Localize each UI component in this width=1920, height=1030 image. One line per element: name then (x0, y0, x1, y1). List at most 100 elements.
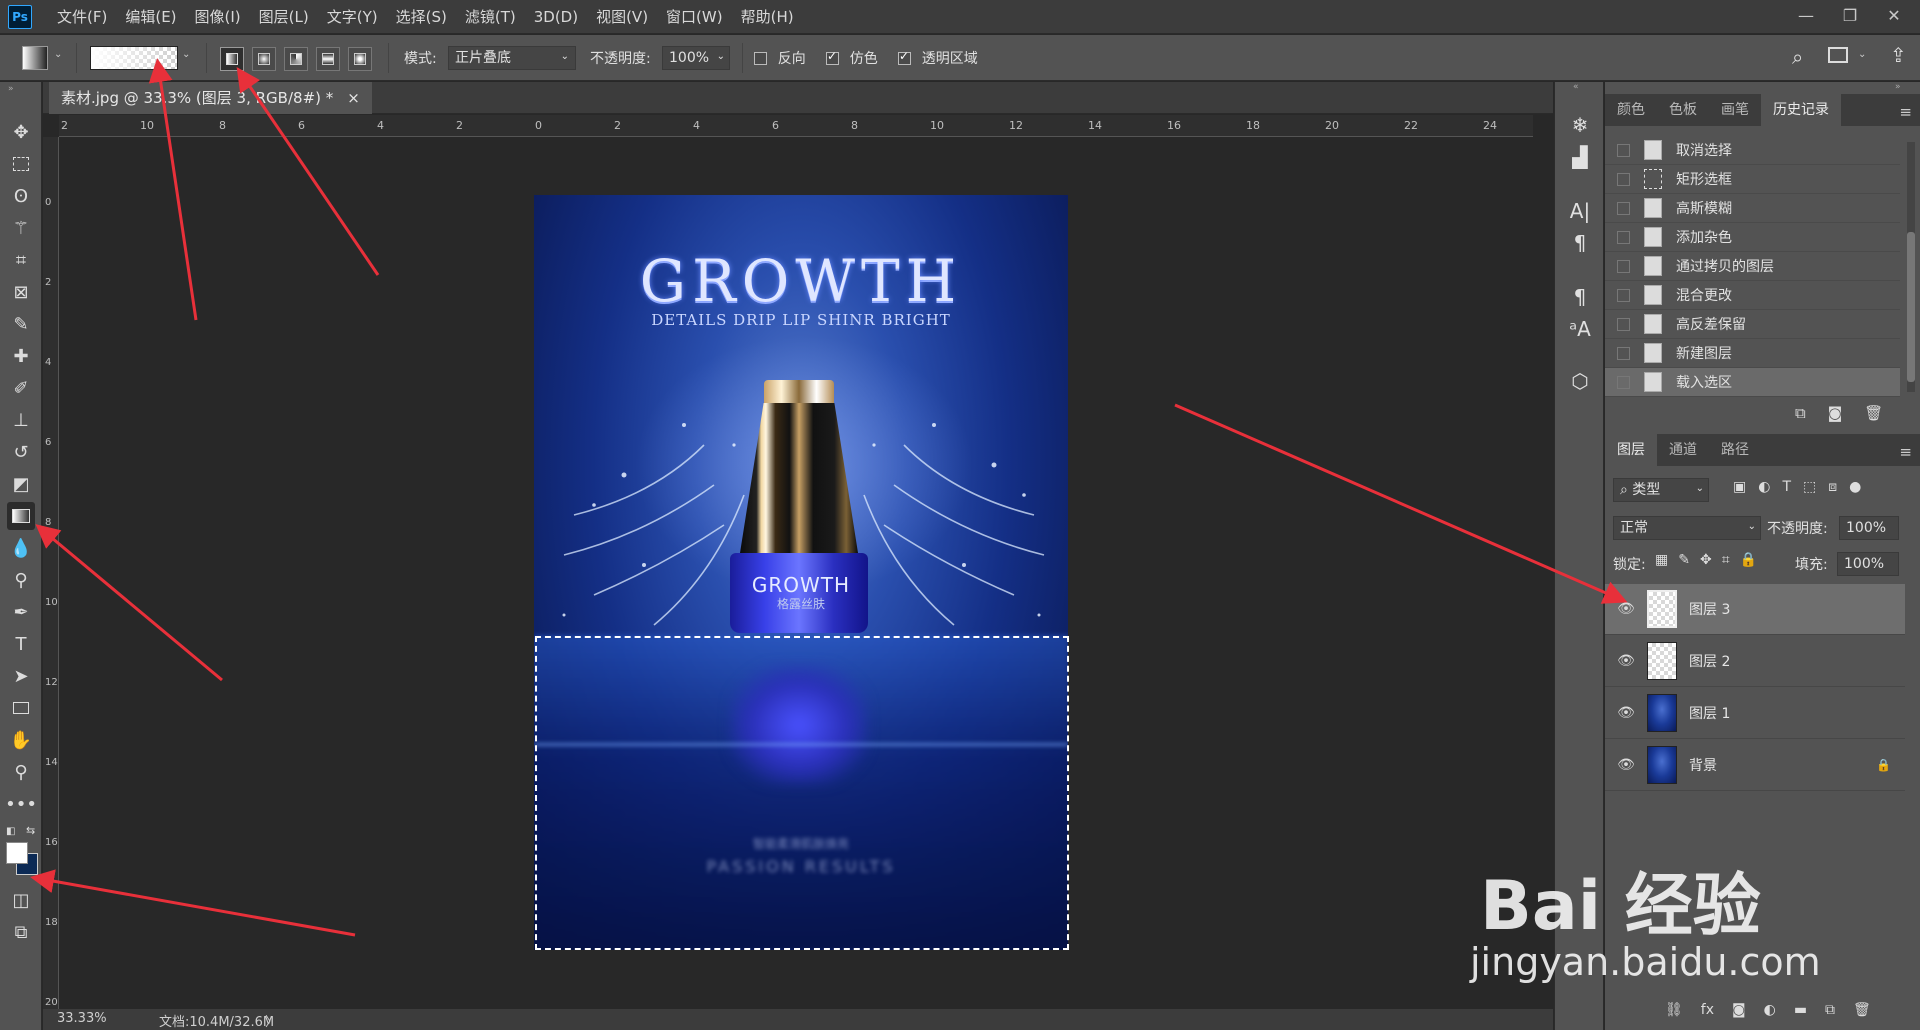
lock-position-icon[interactable]: ✥ (1700, 552, 1712, 568)
menu-3d[interactable]: 3D(D) (525, 0, 587, 34)
history-item[interactable]: 通过拷贝的图层 (1605, 252, 1900, 281)
clone-stamp-tool-icon[interactable]: ⊥ (7, 406, 35, 434)
preset-chevron-icon[interactable]: ⌄ (54, 49, 62, 60)
layer-row-background[interactable]: 👁 背景 🔒 (1605, 740, 1905, 791)
layer-opacity-input[interactable]: 100% (1839, 516, 1899, 540)
layer-row-2[interactable]: 👁 图层 2 (1605, 636, 1905, 687)
histogram-icon[interactable]: ▟ (1567, 144, 1593, 170)
history-brush-tool-icon[interactable]: ↺ (7, 438, 35, 466)
tab-paths[interactable]: 路径 (1709, 434, 1761, 466)
workspace-chevron-icon[interactable]: ⌄ (1858, 49, 1866, 60)
menu-type[interactable]: 文字(Y) (318, 0, 387, 34)
smart-object-filter-icon[interactable]: ⧈ (1828, 479, 1837, 495)
new-document-from-state-icon[interactable]: ⧉ (1795, 404, 1806, 422)
brush-tool-icon[interactable]: ✐ (7, 374, 35, 402)
collapse-panels-icon[interactable]: » (1895, 82, 1901, 92)
collapse-icon[interactable]: « (1573, 82, 1579, 92)
lock-artboard-icon[interactable]: ⌗ (1722, 552, 1730, 568)
tab-swatches[interactable]: 色板 (1657, 94, 1709, 126)
healing-brush-tool-icon[interactable]: ✚ (7, 342, 35, 370)
history-item[interactable]: 新建图层 (1605, 339, 1900, 368)
adjustment-filter-icon[interactable]: ◐ (1758, 479, 1770, 495)
opacity-input[interactable]: 100% ⌄ (662, 46, 730, 70)
history-item[interactable]: 混合更改 (1605, 281, 1900, 310)
status-arrow-icon[interactable]: 〉 (265, 1011, 278, 1030)
marquee-tool-icon[interactable] (7, 150, 35, 178)
hand-tool-icon[interactable]: ✋ (7, 726, 35, 754)
shape-filter-icon[interactable]: ⬚ (1803, 479, 1816, 495)
close-tab-icon[interactable]: × (347, 82, 360, 114)
swap-colors-icon[interactable]: ⇆ (26, 824, 35, 837)
type-tool-icon[interactable]: T (7, 630, 35, 658)
zoom-tool-icon[interactable]: ⚲ (7, 758, 35, 786)
character-styles-icon[interactable]: ᵃA (1567, 316, 1593, 342)
paragraph-icon[interactable]: ¶ (1567, 230, 1593, 256)
history-item[interactable]: 高斯模糊 (1605, 194, 1900, 223)
character-icon[interactable]: A| (1567, 198, 1593, 224)
frame-tool-icon[interactable]: ⊠ (7, 278, 35, 306)
mode-select[interactable]: 正片叠底 ⌄ (448, 46, 576, 70)
history-scrollbar[interactable] (1907, 142, 1915, 392)
lock-transparent-icon[interactable]: ▦ (1655, 552, 1668, 568)
gradient-preview[interactable] (90, 46, 178, 70)
panel-menu-icon[interactable]: ≡ (1899, 98, 1920, 126)
eye-icon[interactable]: 👁 (1611, 757, 1641, 773)
dither-option[interactable]: 仿色 (826, 48, 878, 68)
layer-row-1[interactable]: 👁 图层 1 (1605, 688, 1905, 739)
pixel-filter-icon[interactable]: ▣ (1733, 479, 1746, 495)
gradient-tool-preset-icon[interactable] (22, 46, 48, 70)
fill-input[interactable]: 100% (1837, 552, 1899, 576)
marquee-selection[interactable] (535, 636, 1069, 950)
menu-window[interactable]: 窗口(W) (657, 0, 732, 34)
layer-name[interactable]: 图层 3 (1689, 599, 1730, 619)
layer-name[interactable]: 图层 1 (1689, 703, 1730, 723)
gradient-dropdown-chevron-icon[interactable]: ⌄ (182, 49, 190, 60)
tab-layers[interactable]: 图层 (1605, 434, 1657, 466)
foreground-color-swatch[interactable] (6, 842, 28, 864)
3d-icon[interactable]: ⬡ (1567, 368, 1593, 394)
layer-name[interactable]: 背景 (1689, 755, 1717, 775)
reverse-checkbox[interactable] (754, 52, 767, 65)
workspace-icon[interactable] (1828, 47, 1848, 63)
paragraph-styles-icon[interactable]: ¶ (1567, 284, 1593, 310)
lasso-tool-icon[interactable]: ʘ (7, 182, 35, 210)
layer-name[interactable]: 图层 2 (1689, 651, 1730, 671)
blur-tool-icon[interactable]: 💧 (7, 534, 35, 562)
lock-image-icon[interactable]: ✎ (1678, 552, 1690, 568)
history-item[interactable]: 高反差保留 (1605, 310, 1900, 339)
restore-icon[interactable]: ❐ (1828, 0, 1872, 30)
radial-gradient-icon[interactable] (252, 47, 276, 71)
layer-row-3[interactable]: 👁 图层 3 (1605, 584, 1905, 635)
tab-channels[interactable]: 通道 (1657, 434, 1709, 466)
navigator-icon[interactable]: ❄ (1567, 112, 1593, 138)
share-icon[interactable]: ⇪ (1890, 43, 1907, 67)
diamond-gradient-icon[interactable] (348, 47, 372, 71)
history-item-active[interactable]: 载入选区 (1605, 368, 1900, 397)
menu-select[interactable]: 选择(S) (387, 0, 456, 34)
reverse-option[interactable]: 反向 (754, 48, 806, 68)
dodge-tool-icon[interactable]: ⚲ (7, 566, 35, 594)
gradient-tool-icon[interactable] (7, 502, 35, 530)
close-window-icon[interactable]: ✕ (1872, 0, 1916, 30)
menu-filter[interactable]: 滤镜(T) (456, 0, 525, 34)
menu-layer[interactable]: 图层(L) (250, 0, 318, 34)
tab-history[interactable]: 历史记录 (1761, 94, 1841, 126)
history-item[interactable]: 取消选择 (1605, 136, 1900, 165)
crop-tool-icon[interactable]: ⌗ (7, 246, 35, 274)
more-tools-icon[interactable]: ••• (5, 790, 37, 818)
linear-gradient-icon[interactable] (220, 47, 244, 71)
blend-mode-select[interactable]: 正常 ⌄ (1613, 516, 1761, 540)
dither-checkbox[interactable] (826, 49, 839, 65)
history-item[interactable]: 矩形选框 (1605, 165, 1900, 194)
eye-icon[interactable]: 👁 (1611, 705, 1641, 721)
layer-filter-select[interactable]: ⌕ 类型 ⌄ (1613, 478, 1709, 502)
move-tool-icon[interactable]: ✥ (7, 118, 35, 146)
history-item[interactable]: 添加杂色 (1605, 223, 1900, 252)
layers-menu-icon[interactable]: ≡ (1899, 438, 1920, 466)
reflected-gradient-icon[interactable] (316, 47, 340, 71)
rectangle-tool-icon[interactable] (7, 694, 35, 722)
screen-mode-icon[interactable]: ⧉ (7, 918, 35, 946)
eraser-tool-icon[interactable]: ◩ (7, 470, 35, 498)
zoom-level[interactable]: 33.33% (57, 1011, 107, 1026)
collapse-toolbar-icon[interactable]: » (8, 84, 14, 94)
